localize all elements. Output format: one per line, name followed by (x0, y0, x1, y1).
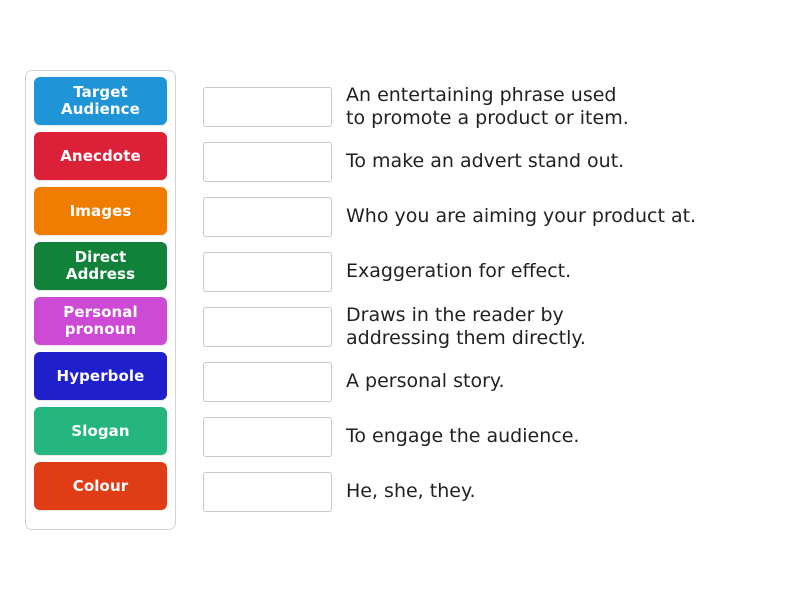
definition-text: A personal story. (346, 370, 505, 392)
tile-hyperbole[interactable]: Hyperbole (34, 352, 167, 400)
tile-label: Colour (72, 476, 129, 495)
definition-text: Draws in the reader by addressing them d… (346, 303, 586, 349)
match-row: To engage the audience. (203, 409, 783, 464)
definition-text: Who you are aiming your product at. (346, 205, 697, 227)
tile-colour[interactable]: Colour (34, 462, 167, 510)
tile-target-audience[interactable]: Target Audience (34, 77, 167, 125)
answer-tiles-tray: Target Audience Anecdote Images Direct Addr… (25, 70, 176, 530)
tile-label: Anecdote (60, 146, 141, 165)
tile-images[interactable]: Images (34, 187, 167, 235)
tile-label: Slogan (71, 421, 130, 440)
tile-label: Target Audience (61, 83, 140, 118)
tile-personal-pronoun[interactable]: Personal pronoun (34, 297, 167, 345)
drop-zone[interactable] (203, 471, 332, 512)
match-row: Draws in the reader by addressing them d… (203, 299, 783, 354)
definition-text: An entertaining phrase used to promote a… (346, 83, 629, 129)
definition-text: Exaggeration for effect. (346, 260, 572, 282)
tile-label: Personal pronoun (63, 303, 138, 338)
drop-zone[interactable] (203, 306, 332, 347)
definition-text: To engage the audience. (346, 425, 580, 447)
drop-zone[interactable] (203, 251, 332, 292)
match-row: A personal story. (203, 354, 783, 409)
tile-direct-address[interactable]: Direct Address (34, 242, 167, 290)
drop-zone[interactable] (203, 86, 332, 127)
tile-label: Images (69, 201, 132, 220)
tile-label: Direct Address (65, 248, 136, 283)
match-row: An entertaining phrase used to promote a… (203, 79, 783, 134)
tile-anecdote[interactable]: Anecdote (34, 132, 167, 180)
drop-zone[interactable] (203, 196, 332, 237)
drop-zone[interactable] (203, 416, 332, 457)
match-row: To make an advert stand out. (203, 134, 783, 189)
drop-zone[interactable] (203, 361, 332, 402)
definition-text: To make an advert stand out. (346, 150, 625, 172)
match-row: Who you are aiming your product at. (203, 189, 783, 244)
definition-text: He, she, they. (346, 480, 476, 502)
tile-slogan[interactable]: Slogan (34, 407, 167, 455)
match-row: Exaggeration for effect. (203, 244, 783, 299)
tile-label: Hyperbole (56, 366, 145, 385)
drop-zone[interactable] (203, 141, 332, 182)
match-row: He, she, they. (203, 464, 783, 519)
match-rows-list: An entertaining phrase used to promote a… (203, 79, 783, 519)
